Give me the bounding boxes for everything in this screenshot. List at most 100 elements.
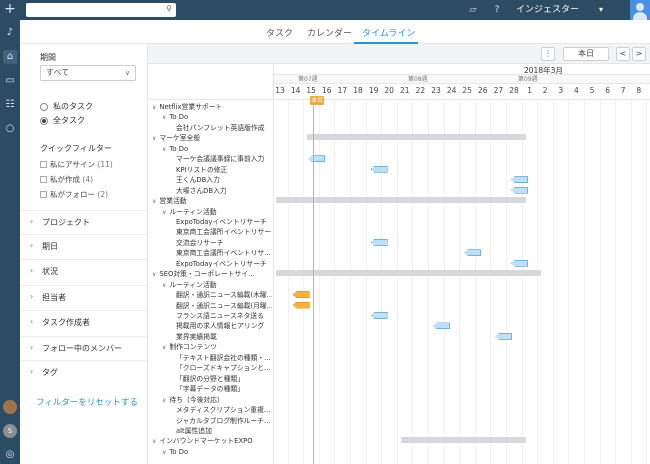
more-options-button[interactable]: ⋮ (541, 47, 555, 61)
group-bar[interactable] (400, 437, 526, 444)
quick-filter-item[interactable]: 私がフォロー (2) (50, 189, 108, 200)
task-row[interactable]: フランス語ニュースネタ送る (176, 311, 272, 321)
section-row[interactable]: ∨ 待ち（今後対応） (162, 395, 272, 405)
help-circle-icon[interactable]: ? (490, 3, 504, 17)
task-marker[interactable] (370, 312, 388, 319)
project-row[interactable]: ∨ SEO対策・コーポレートサイ... (152, 269, 272, 279)
section-row[interactable]: ∨ ルーティン活動 (162, 207, 272, 217)
task-marker[interactable] (511, 259, 528, 267)
task-row[interactable]: 交流会リサーチ (176, 238, 272, 248)
my-tasks-label[interactable]: 私のタスク (53, 101, 93, 112)
next-button[interactable]: > (632, 47, 646, 61)
team-icon[interactable]: ☷ (3, 98, 17, 112)
chevron-down-icon[interactable]: ∨ (152, 198, 156, 205)
search-input[interactable]: ⚲ (26, 3, 176, 17)
tab-calendar[interactable]: カレンダー (307, 26, 352, 39)
task-row[interactable]: 王くんDB入力 (176, 175, 272, 185)
my-tasks-radio[interactable] (40, 103, 48, 111)
filter-section-project[interactable]: › プロジェクト (20, 210, 147, 234)
period-select[interactable]: すべて ∨ (40, 65, 136, 81)
task-row[interactable]: 「テキスト翻訳会社の種類・... (176, 353, 272, 363)
filter-section-assignee[interactable]: › 担当者 (20, 285, 147, 309)
home-icon[interactable]: ⌂ (3, 50, 17, 64)
task-row[interactable]: KPIリストの修正 (176, 165, 272, 175)
section-row[interactable]: ∨ 制作コンテンツ (162, 342, 272, 352)
group-bar[interactable] (307, 134, 526, 141)
quick-filter-checkbox[interactable] (40, 161, 47, 168)
task-row[interactable]: 東京商工会議所イベントリサ... (176, 248, 272, 258)
task-row[interactable]: 東京商工会議所イベントリサーチ (176, 227, 272, 237)
chevron-down-icon[interactable]: ∨ (162, 146, 166, 153)
task-marker[interactable] (495, 332, 513, 340)
task-row[interactable]: ExpoTodayイベントリサーチ (176, 217, 272, 227)
quick-filter-checkbox[interactable] (40, 176, 47, 183)
user-avatar[interactable] (630, 0, 650, 20)
task-row[interactable]: alt属性追加 (176, 426, 272, 436)
task-row[interactable]: 「字幕データの種類」 (176, 384, 272, 394)
today-button[interactable]: 本日 (563, 47, 609, 61)
task-row[interactable]: マーケ会議議事録に事前入力 (176, 154, 272, 164)
chevron-down-icon[interactable]: ∨ (162, 114, 166, 121)
help-icon[interactable]: ◎ (3, 448, 17, 462)
chevron-down-icon[interactable]: ∨ (162, 397, 166, 404)
filter-section-status[interactable]: › 状況 (20, 259, 147, 283)
quick-filter-item[interactable]: 私にアサイン (11) (50, 159, 113, 170)
project-row[interactable]: ∨ マーケ室全般 (152, 133, 272, 143)
chevron-down-icon[interactable]: ∨ (162, 282, 166, 289)
task-row[interactable]: 「クローズドキャプションと... (176, 363, 272, 373)
user-menu[interactable]: インジェスター ▾ (516, 3, 603, 17)
quick-filter-checkbox[interactable] (40, 191, 47, 198)
project-row[interactable]: ∨ インバウンドマーケットEXPO (152, 436, 272, 446)
task-row[interactable]: 会社パンフレット英語版作成 (176, 123, 272, 133)
prev-button[interactable]: < (616, 47, 630, 61)
filter-section-following[interactable]: › フォロー中のメンバー (20, 336, 147, 360)
task-marker[interactable] (370, 238, 388, 246)
section-row[interactable]: ∨ ルーティン活動 (162, 280, 272, 290)
filter-section-creator[interactable]: › タスク作成者 (20, 310, 147, 334)
chevron-down-icon[interactable]: ∨ (162, 344, 166, 351)
task-row[interactable]: 大塚さんDB入力 (176, 186, 272, 196)
section-row[interactable]: ∨ To Do (162, 112, 272, 122)
tab-task[interactable]: タスク (266, 26, 293, 39)
add-icon[interactable]: + (3, 2, 17, 16)
chat-bubble-icon[interactable]: ▱ (466, 3, 480, 17)
quick-filter-item[interactable]: 私が作成 (4) (50, 174, 93, 185)
filter-section-tag[interactable]: › タグ (20, 360, 147, 384)
task-marker[interactable] (292, 301, 310, 309)
chat-icon[interactable]: ○ (3, 122, 17, 136)
section-row[interactable]: ∨ To Do (162, 447, 272, 457)
task-marker[interactable] (464, 249, 482, 257)
task-row[interactable]: 翻訳・通訳ニュース編載(月曜... (176, 301, 272, 311)
task-row[interactable]: 業界実績掲載 (176, 332, 272, 342)
chevron-down-icon[interactable]: ∨ (152, 271, 156, 278)
project-row[interactable]: ∨ Netflix営業サポート (152, 102, 272, 112)
project-row[interactable]: ∨ 営業活動 (152, 196, 272, 206)
task-row[interactable]: ジャカルタブログ制作ルーチ... (176, 416, 272, 426)
all-tasks-radio[interactable] (40, 117, 48, 125)
folder-icon[interactable]: ▭ (3, 74, 17, 88)
task-marker[interactable] (511, 186, 528, 194)
task-row[interactable]: 翻訳・通訳ニュース編載(木曜... (176, 290, 272, 300)
task-row[interactable]: メタディスクリプション重複... (176, 405, 272, 415)
filter-section-due[interactable]: › 期日 (20, 234, 147, 258)
task-marker[interactable] (511, 176, 528, 184)
reset-filters-link[interactable]: フィルターをリセットする (36, 396, 138, 408)
user-avatar-letter[interactable]: S (3, 424, 17, 438)
chevron-down-icon[interactable]: ∨ (162, 209, 166, 216)
chevron-down-icon[interactable]: ∨ (152, 104, 156, 111)
chevron-down-icon[interactable]: ∨ (152, 135, 156, 142)
bell-icon[interactable]: ♪ (3, 26, 17, 40)
chevron-down-icon[interactable]: ∨ (162, 449, 166, 456)
tab-timeline[interactable]: タイムライン (362, 26, 415, 39)
task-marker[interactable] (433, 322, 450, 330)
all-tasks-label[interactable]: 全タスク (53, 115, 85, 126)
task-row[interactable]: 「翻訳の分野と種類」 (176, 374, 272, 384)
task-marker[interactable] (292, 291, 310, 299)
chevron-down-icon[interactable]: ∨ (152, 438, 156, 445)
task-marker[interactable] (308, 155, 326, 163)
task-marker[interactable] (370, 165, 388, 173)
section-row[interactable]: ∨ To Do (162, 144, 272, 154)
task-row[interactable]: 掲載用の求人情報ヒアリング (176, 321, 272, 331)
group-bar[interactable] (276, 270, 542, 277)
member-avatar[interactable] (3, 400, 17, 414)
